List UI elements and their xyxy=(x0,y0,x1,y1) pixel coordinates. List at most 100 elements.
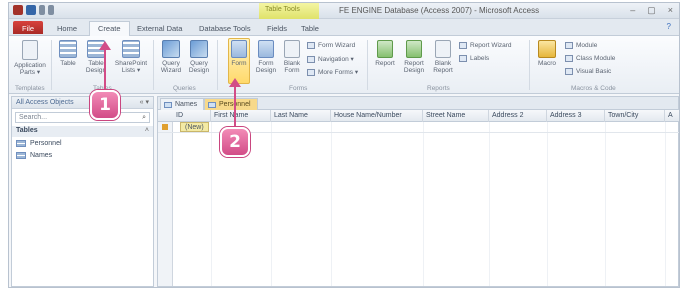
group-label-queries: Queries xyxy=(173,85,196,92)
query-design-button[interactable]: Query Design xyxy=(187,40,211,74)
tab-table[interactable]: Table xyxy=(301,21,319,35)
visual-basic-button[interactable]: Visual Basic xyxy=(565,68,611,75)
row-selector-column xyxy=(158,122,173,286)
doc-tab-personnel[interactable]: Personnel xyxy=(204,98,258,110)
doc-tab-label: Names xyxy=(175,101,198,108)
ribbon-separator xyxy=(529,40,530,90)
ribbon-separator xyxy=(217,40,218,90)
doc-tab-names[interactable]: Names xyxy=(160,98,205,110)
contextual-tab-label: Table Tools xyxy=(265,6,300,13)
application-parts-button[interactable]: Application Parts ▾ xyxy=(13,40,47,76)
macro-label: Macro xyxy=(537,60,557,67)
tab-fields[interactable]: Fields xyxy=(267,21,287,35)
callout-step-2: 2 xyxy=(220,127,250,157)
group-label-forms: Forms xyxy=(289,85,308,92)
tab-external-data[interactable]: External Data xyxy=(137,21,182,35)
table-button[interactable]: Table xyxy=(57,40,79,67)
callout-step-1: 1 xyxy=(90,90,120,120)
redo-icon[interactable] xyxy=(48,5,54,15)
macro-button[interactable]: Macro xyxy=(535,40,559,67)
application-parts-label: Application Parts ▾ xyxy=(14,62,46,76)
column-header-last-name[interactable]: Last Name xyxy=(271,110,331,122)
query-wizard-button[interactable]: Query Wizard xyxy=(159,40,183,74)
nav-group-label: Tables xyxy=(16,127,38,134)
blank-report-label: Blank Report xyxy=(433,60,453,74)
module-label: Module xyxy=(576,42,598,49)
query-design-label: Query Design xyxy=(188,60,210,74)
callout-arrow-1 xyxy=(99,41,111,92)
save-icon[interactable] xyxy=(26,5,36,15)
table-icon xyxy=(164,102,172,108)
undo-icon[interactable] xyxy=(39,5,45,15)
form-design-button[interactable]: Form Design xyxy=(255,40,277,74)
column-header-id[interactable]: ID xyxy=(173,110,211,122)
report-icon xyxy=(377,40,393,58)
module-button[interactable]: Module xyxy=(565,42,597,49)
tab-home[interactable]: Home xyxy=(57,21,77,35)
form-wizard-button[interactable]: Form Wizard xyxy=(307,42,355,49)
column-header-address-2[interactable]: Address 2 xyxy=(489,110,547,122)
nav-item-names[interactable]: Names xyxy=(12,149,153,161)
new-record-marker-icon xyxy=(162,124,168,130)
nav-search-input[interactable]: Search... ⌕ xyxy=(15,112,150,123)
blank-form-label: Blank Form xyxy=(283,60,301,74)
grid-line xyxy=(211,122,212,286)
column-header-a[interactable]: A xyxy=(665,110,679,122)
form-icon xyxy=(231,40,247,58)
table-label: Table xyxy=(60,60,76,67)
nav-pane-header[interactable]: All Access Objects « ▾ xyxy=(12,97,153,109)
column-header-address-3[interactable]: Address 3 xyxy=(547,110,605,122)
column-header-first-name[interactable]: First Name xyxy=(211,110,271,122)
column-header-street-name[interactable]: Street Name xyxy=(423,110,489,122)
collapse-icon[interactable]: ˄ xyxy=(145,127,149,134)
class-module-button[interactable]: Class Module xyxy=(565,55,615,62)
navigation-icon xyxy=(307,55,315,63)
blank-form-button[interactable]: Blank Form xyxy=(281,40,303,74)
labels-button[interactable]: Labels xyxy=(459,55,489,62)
nav-group-tables[interactable]: Tables ˄ xyxy=(12,126,153,137)
search-icon[interactable]: ⌕ xyxy=(142,114,146,122)
quick-access-toolbar xyxy=(13,5,54,15)
more-forms-button[interactable]: More Forms ▾ xyxy=(307,68,358,76)
form-button[interactable]: Form xyxy=(228,40,250,67)
report-design-button[interactable]: Report Design xyxy=(401,40,427,74)
more-forms-label: More Forms ▾ xyxy=(318,69,359,76)
query-wizard-label: Query Wizard xyxy=(160,60,182,74)
tab-database-tools[interactable]: Database Tools xyxy=(199,21,251,35)
grid-line xyxy=(331,122,332,286)
report-wizard-button[interactable]: Report Wizard xyxy=(459,42,512,49)
sharepoint-lists-button[interactable]: SharePoint Lists ▾ xyxy=(113,40,149,74)
report-button[interactable]: Report xyxy=(373,40,397,67)
form-design-icon xyxy=(258,40,274,58)
table-icon xyxy=(59,40,77,58)
tab-create[interactable]: Create xyxy=(89,21,130,36)
ribbon-separator xyxy=(51,40,52,90)
column-header-house-name[interactable]: House Name/Number xyxy=(331,110,423,122)
grid-line xyxy=(423,122,424,286)
macro-icon xyxy=(538,40,556,58)
group-label-reports: Reports xyxy=(427,85,450,92)
navigation-label: Navigation ▾ xyxy=(318,56,354,63)
minimize-button[interactable]: – xyxy=(630,5,635,16)
blank-report-button[interactable]: Blank Report xyxy=(431,40,455,74)
help-icon[interactable]: ? xyxy=(667,22,671,31)
ribbon-separator xyxy=(153,40,154,90)
nav-item-label: Names xyxy=(30,151,53,159)
id-cell-new[interactable]: (New) xyxy=(180,122,209,132)
shutter-bar-icon[interactable]: « ▾ xyxy=(140,98,149,106)
window-controls: – ▢ × xyxy=(630,5,673,16)
application-parts-icon xyxy=(22,40,38,60)
class-module-label: Class Module xyxy=(576,55,616,62)
visual-basic-label: Visual Basic xyxy=(576,68,612,75)
tab-file[interactable]: File xyxy=(13,21,43,34)
report-label: Report xyxy=(375,60,395,67)
datasheet-header: ID First Name Last Name House Name/Numbe… xyxy=(158,110,679,122)
close-button[interactable]: × xyxy=(668,5,673,16)
form-wizard-icon xyxy=(307,42,315,49)
column-header-town-city[interactable]: Town/City xyxy=(605,110,665,122)
maximize-button[interactable]: ▢ xyxy=(647,5,656,16)
table-icon xyxy=(16,151,26,159)
navigation-button[interactable]: Navigation ▾ xyxy=(307,55,354,63)
table-icon xyxy=(208,102,216,108)
nav-item-personnel[interactable]: Personnel xyxy=(12,137,153,149)
